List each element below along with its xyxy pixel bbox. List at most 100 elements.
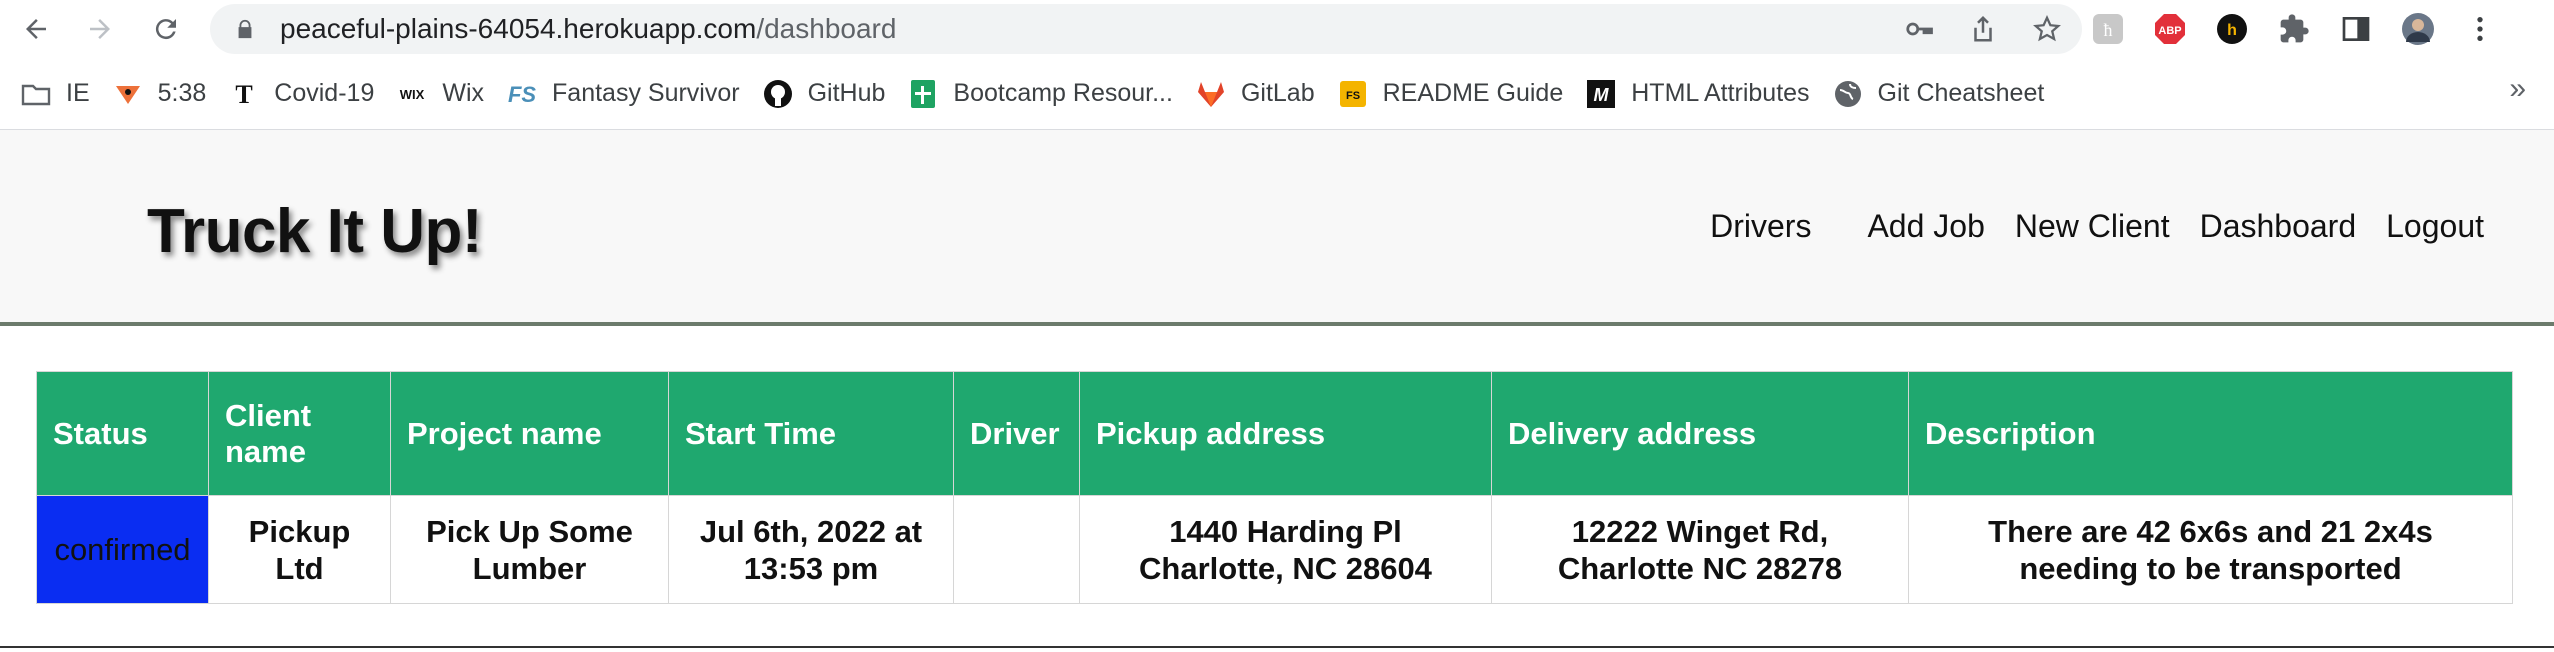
column-header-pickup-address: Pickup address	[1079, 371, 1492, 496]
runner-icon	[112, 78, 144, 110]
bookmark-label: Covid-19	[274, 79, 375, 107]
bookmark-label: HTML Attributes	[1631, 79, 1810, 107]
omnibox-actions	[1904, 4, 2062, 54]
table-row[interactable]: confirmed Pickup Ltd Pick Up Some Lumber…	[36, 495, 2513, 604]
delivery-address-cell: 12222 Winget Rd, Charlotte NC 28278	[1491, 495, 1909, 604]
site-header: Truck It Up! Drivers Add Job New Client …	[0, 130, 2554, 326]
driver-cell	[953, 495, 1080, 604]
svg-text:T: T	[236, 80, 253, 109]
sheets-icon	[907, 78, 939, 110]
status-badge: confirmed	[36, 495, 209, 604]
browser-menu-button[interactable]	[2464, 13, 2496, 45]
bookmarks-bar: IE 5:38 T Covid-19 WIX Wix FS Fantasy Su…	[0, 58, 2554, 130]
bookmark-wix[interactable]: WIX Wix	[396, 72, 484, 116]
brand-title[interactable]: Truck It Up!	[147, 196, 483, 267]
column-header-delivery-address: Delivery address	[1491, 371, 1909, 496]
column-header-project-name: Project name	[390, 371, 669, 496]
kebab-menu-icon	[2477, 17, 2483, 41]
m-icon: M	[1585, 78, 1617, 110]
gitlab-icon	[1195, 78, 1227, 110]
nyt-icon: T	[228, 78, 260, 110]
reload-icon	[155, 19, 176, 40]
bookmark-bootcamp[interactable]: Bootcamp Resour...	[907, 72, 1173, 116]
start-time-cell: Jul 6th, 2022 at 13:53 pm	[668, 495, 954, 604]
pickup-address-cell: 1440 Harding Pl Charlotte, NC 28604	[1079, 495, 1492, 604]
description-cell: There are 42 6x6s and 21 2x4s needing to…	[1908, 495, 2513, 604]
address-bar[interactable]: peaceful-plains-64054.herokuapp.com/dash…	[210, 4, 2082, 54]
bookmark-label: Wix	[442, 79, 485, 107]
bookmark-readme[interactable]: FS README Guide	[1337, 72, 1564, 116]
nav-logout[interactable]: Logout	[2386, 208, 2484, 245]
nav-new-client[interactable]: New Client	[2015, 208, 2170, 245]
nav-dashboard[interactable]: Dashboard	[2200, 208, 2357, 245]
table-header-row: Status Client name Project name Start Ti…	[36, 371, 2513, 496]
svg-text:FS: FS	[508, 82, 536, 107]
column-header-driver: Driver	[953, 371, 1080, 496]
column-header-description: Description	[1908, 371, 2513, 496]
svg-text:FS: FS	[1346, 90, 1360, 102]
bookmark-covid[interactable]: T Covid-19	[228, 72, 375, 116]
bookmark-label: Fantasy Survivor	[552, 79, 740, 107]
arrow-left-icon	[26, 19, 46, 39]
svg-text:ħ: ħ	[2104, 20, 2113, 40]
side-panel-button[interactable]	[2340, 13, 2372, 45]
svg-text:h: h	[2227, 22, 2237, 39]
abp-icon: ABP	[2155, 14, 2185, 44]
puzzle-icon	[2280, 14, 2309, 43]
svg-text:WIX: WIX	[400, 87, 425, 102]
bookmark-label: GitLab	[1240, 79, 1315, 107]
star-icon[interactable]	[2032, 14, 2062, 44]
readme-icon: FS	[1337, 78, 1369, 110]
column-header-status: Status	[36, 371, 209, 496]
bookmarks-overflow-button[interactable]: »	[2509, 72, 2526, 106]
lock-icon	[238, 19, 252, 39]
extensions-button[interactable]	[2278, 13, 2310, 45]
svg-text:M: M	[1594, 85, 1610, 105]
bookmark-html-attributes[interactable]: M HTML Attributes	[1585, 72, 1810, 116]
browser-toolbar: peaceful-plains-64054.herokuapp.com/dash…	[0, 0, 2554, 58]
nav-drivers[interactable]: Drivers	[1710, 208, 1811, 245]
url-path: /dashboard	[756, 13, 897, 44]
bookmark-538[interactable]: 5:38	[112, 72, 207, 116]
extensions-area: ħ ABP h	[2092, 4, 2496, 54]
fs-icon: FS	[506, 78, 538, 110]
project-name-cell: Pick Up Some Lumber	[390, 495, 669, 604]
extension-h[interactable]: ħ	[2092, 13, 2124, 45]
side-panel-icon	[2342, 17, 2370, 41]
bookmark-label: Git Cheatsheet	[1877, 79, 2045, 107]
extension-honey[interactable]: h	[2216, 13, 2248, 45]
reload-button[interactable]	[144, 7, 188, 51]
jobs-table: Status Client name Project name Start Ti…	[36, 371, 2513, 604]
bookmark-fantasy-survivor[interactable]: FS Fantasy Survivor	[506, 72, 740, 116]
bookmark-label: GitHub	[807, 79, 886, 107]
site-nav: Drivers Add Job New Client Dashboard Log…	[1710, 208, 2484, 245]
svg-text:ABP: ABP	[2158, 25, 2181, 37]
column-header-client-name: Client name	[208, 371, 391, 496]
bookmark-label: IE	[66, 79, 90, 107]
column-header-start-time: Start Time	[668, 371, 954, 496]
url-host: peaceful-plains-64054.herokuapp.com	[280, 13, 757, 44]
extension-adblock[interactable]: ABP	[2154, 13, 2186, 45]
bookmark-label: Bootcamp Resour...	[953, 79, 1173, 107]
nav-add-job[interactable]: Add Job	[1867, 208, 1984, 245]
globe-icon	[1832, 78, 1864, 110]
bookmark-label: 5:38	[157, 79, 207, 107]
profile-avatar[interactable]	[2402, 13, 2434, 45]
honey-icon: h	[2217, 14, 2247, 44]
bookmark-ie[interactable]: IE	[20, 72, 90, 116]
bookmark-label: README Guide	[1382, 79, 1564, 107]
client-name-cell: Pickup Ltd	[208, 495, 391, 604]
page-divider	[0, 646, 2554, 648]
wix-icon: WIX	[396, 78, 428, 110]
key-icon[interactable]	[1904, 14, 1934, 44]
bookmark-gitlab[interactable]: GitLab	[1195, 72, 1315, 116]
share-icon[interactable]	[1968, 14, 1998, 44]
github-icon	[762, 78, 794, 110]
forward-button[interactable]	[78, 7, 122, 51]
back-button[interactable]	[14, 7, 58, 51]
avatar-icon	[2402, 13, 2434, 45]
h-extension-icon: ħ	[2093, 14, 2123, 44]
arrow-right-icon	[90, 19, 110, 39]
bookmark-git-cheatsheet[interactable]: Git Cheatsheet	[1832, 72, 2045, 116]
bookmark-github[interactable]: GitHub	[762, 72, 886, 116]
